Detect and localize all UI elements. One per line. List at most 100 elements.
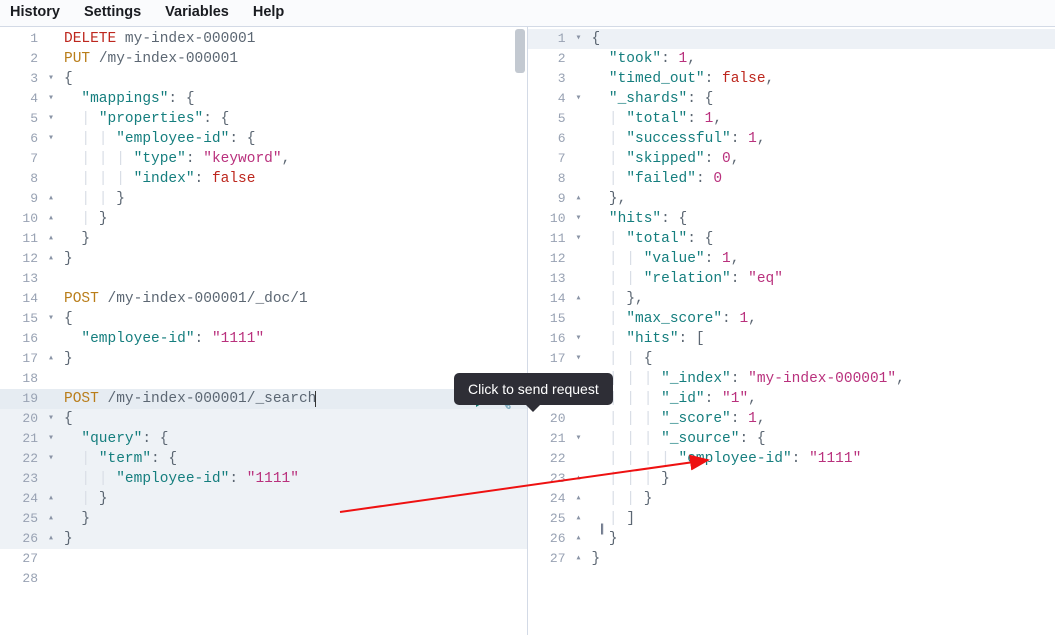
fold-toggle-icon[interactable]: ▴ — [572, 489, 586, 509]
response-line[interactable]: 25▴ | ] — [528, 509, 1055, 529]
menu-variables[interactable]: Variables — [165, 4, 229, 20]
code-content[interactable]: PUT /my-index-000001 — [58, 49, 527, 69]
response-line[interactable]: 21▾ | | | "_source": { — [528, 429, 1055, 449]
code-content[interactable]: | } — [58, 209, 527, 229]
code-content[interactable]: | | | | "employee-id": "1111" — [586, 449, 1055, 469]
menu-help[interactable]: Help — [253, 4, 284, 20]
code-content[interactable]: | | { — [586, 349, 1055, 369]
fold-toggle-icon[interactable]: ▴ — [572, 469, 586, 489]
fold-toggle-icon[interactable]: ▴ — [44, 529, 58, 549]
code-content[interactable]: | "total": 1, — [586, 109, 1055, 129]
menu-history[interactable]: History — [10, 4, 60, 20]
request-line[interactable]: 13 — [0, 269, 527, 289]
code-content[interactable]: } — [586, 549, 1055, 569]
code-content[interactable]: } — [58, 249, 527, 269]
fold-toggle-icon[interactable]: ▴ — [44, 189, 58, 209]
response-line[interactable]: 13 | | "relation": "eq" — [528, 269, 1055, 289]
response-line[interactable]: 10▾ "hits": { — [528, 209, 1055, 229]
request-line[interactable]: 14POST /my-index-000001/_doc/1 — [0, 289, 527, 309]
response-line[interactable]: 20 | | | "_score": 1, — [528, 409, 1055, 429]
response-line[interactable]: 2 "took": 1, — [528, 49, 1055, 69]
code-content[interactable]: | "hits": [ — [586, 329, 1055, 349]
request-line[interactable]: 25▴ } — [0, 509, 527, 529]
fold-toggle-icon[interactable]: ▾ — [44, 449, 58, 469]
request-line[interactable]: 10▴ | } — [0, 209, 527, 229]
fold-toggle-icon[interactable]: ▾ — [572, 329, 586, 349]
response-line[interactable]: 24▴ | | } — [528, 489, 1055, 509]
code-content[interactable]: | "properties": { — [58, 109, 527, 129]
splitter-handle[interactable]: || — [600, 521, 602, 535]
request-line[interactable]: 20▾{ — [0, 409, 527, 429]
fold-toggle-icon[interactable]: ▾ — [44, 309, 58, 329]
response-line[interactable]: 7 | "skipped": 0, — [528, 149, 1055, 169]
code-content[interactable]: | "failed": 0 — [586, 169, 1055, 189]
response-line[interactable]: 16▾ | "hits": [ — [528, 329, 1055, 349]
request-editor[interactable]: 1DELETE my-index-0000012PUT /my-index-00… — [0, 27, 528, 635]
request-line[interactable]: 24▴ | } — [0, 489, 527, 509]
response-line[interactable]: 4▾ "_shards": { — [528, 89, 1055, 109]
request-line[interactable]: 28 — [0, 569, 527, 589]
response-line[interactable]: 23▴ | | | } — [528, 469, 1055, 489]
code-content[interactable]: | | "value": 1, — [586, 249, 1055, 269]
request-line[interactable]: 15▾{ — [0, 309, 527, 329]
fold-toggle-icon[interactable]: ▾ — [44, 109, 58, 129]
code-content[interactable]: | "max_score": 1, — [586, 309, 1055, 329]
request-line[interactable]: 11▴ } — [0, 229, 527, 249]
fold-toggle-icon[interactable]: ▾ — [572, 29, 586, 49]
fold-toggle-icon[interactable]: ▾ — [572, 349, 586, 369]
fold-toggle-icon[interactable]: ▴ — [44, 349, 58, 369]
code-content[interactable]: { — [586, 29, 1055, 49]
response-line[interactable]: 14▴ | }, — [528, 289, 1055, 309]
request-line[interactable]: 27 — [0, 549, 527, 569]
request-line[interactable]: 4▾ "mappings": { — [0, 89, 527, 109]
code-content[interactable]: | | | "_source": { — [586, 429, 1055, 449]
response-viewer[interactable]: 1▾{2 "took": 1,3 "timed_out": false,4▾ "… — [528, 27, 1055, 635]
code-content[interactable]: | }, — [586, 289, 1055, 309]
request-line[interactable]: 5▾ | "properties": { — [0, 109, 527, 129]
request-line[interactable]: 17▴} — [0, 349, 527, 369]
fold-toggle-icon[interactable]: ▾ — [44, 429, 58, 449]
fold-toggle-icon[interactable]: ▾ — [44, 89, 58, 109]
code-content[interactable]: DELETE my-index-000001 — [58, 29, 527, 49]
code-content[interactable]: | | | } — [586, 469, 1055, 489]
request-line[interactable]: 22▾ | "term": { — [0, 449, 527, 469]
request-line[interactable]: 9▴ | | } — [0, 189, 527, 209]
code-content[interactable]: | | | "type": "keyword", — [58, 149, 527, 169]
code-content[interactable]: | | } — [586, 489, 1055, 509]
code-content[interactable]: | | } — [58, 189, 527, 209]
fold-toggle-icon[interactable]: ▾ — [572, 429, 586, 449]
code-content[interactable]: "timed_out": false, — [586, 69, 1055, 89]
fold-toggle-icon[interactable]: ▾ — [44, 129, 58, 149]
code-content[interactable]: { — [58, 309, 527, 329]
fold-toggle-icon[interactable]: ▾ — [572, 229, 586, 249]
request-line[interactable]: 1DELETE my-index-000001 — [0, 29, 527, 49]
fold-toggle-icon[interactable]: ▾ — [572, 209, 586, 229]
fold-toggle-icon[interactable]: ▾ — [572, 89, 586, 109]
response-line[interactable]: 5 | "total": 1, — [528, 109, 1055, 129]
fold-toggle-icon[interactable]: ▾ — [44, 69, 58, 89]
fold-toggle-icon[interactable]: ▴ — [572, 289, 586, 309]
code-content[interactable]: "hits": { — [586, 209, 1055, 229]
request-line[interactable]: 21▾ "query": { — [0, 429, 527, 449]
code-content[interactable]: POST /my-index-000001/_doc/1 — [58, 289, 527, 309]
fold-toggle-icon[interactable]: ▴ — [572, 189, 586, 209]
code-content[interactable]: "mappings": { — [58, 89, 527, 109]
request-line[interactable]: 19POST /my-index-000001/_search — [0, 389, 527, 409]
code-content[interactable]: | "total": { — [586, 229, 1055, 249]
request-line[interactable]: 16 "employee-id": "1111" — [0, 329, 527, 349]
fold-toggle-icon[interactable]: ▴ — [44, 489, 58, 509]
response-line[interactable]: 6 | "successful": 1, — [528, 129, 1055, 149]
request-line[interactable]: 3▾{ — [0, 69, 527, 89]
code-content[interactable]: | "successful": 1, — [586, 129, 1055, 149]
response-line[interactable]: 12 | | "value": 1, — [528, 249, 1055, 269]
code-content[interactable]: { — [58, 69, 527, 89]
response-line[interactable]: 11▾ | "total": { — [528, 229, 1055, 249]
code-content[interactable]: | | | "index": false — [58, 169, 527, 189]
fold-toggle-icon[interactable]: ▴ — [572, 509, 586, 529]
menu-settings[interactable]: Settings — [84, 4, 141, 20]
response-line[interactable]: 26▴ } — [528, 529, 1055, 549]
request-line[interactable]: 18 — [0, 369, 527, 389]
code-content[interactable]: | | | "_index": "my-index-000001", — [586, 369, 1055, 389]
code-content[interactable]: | } — [58, 489, 527, 509]
response-line[interactable]: 17▾ | | { — [528, 349, 1055, 369]
